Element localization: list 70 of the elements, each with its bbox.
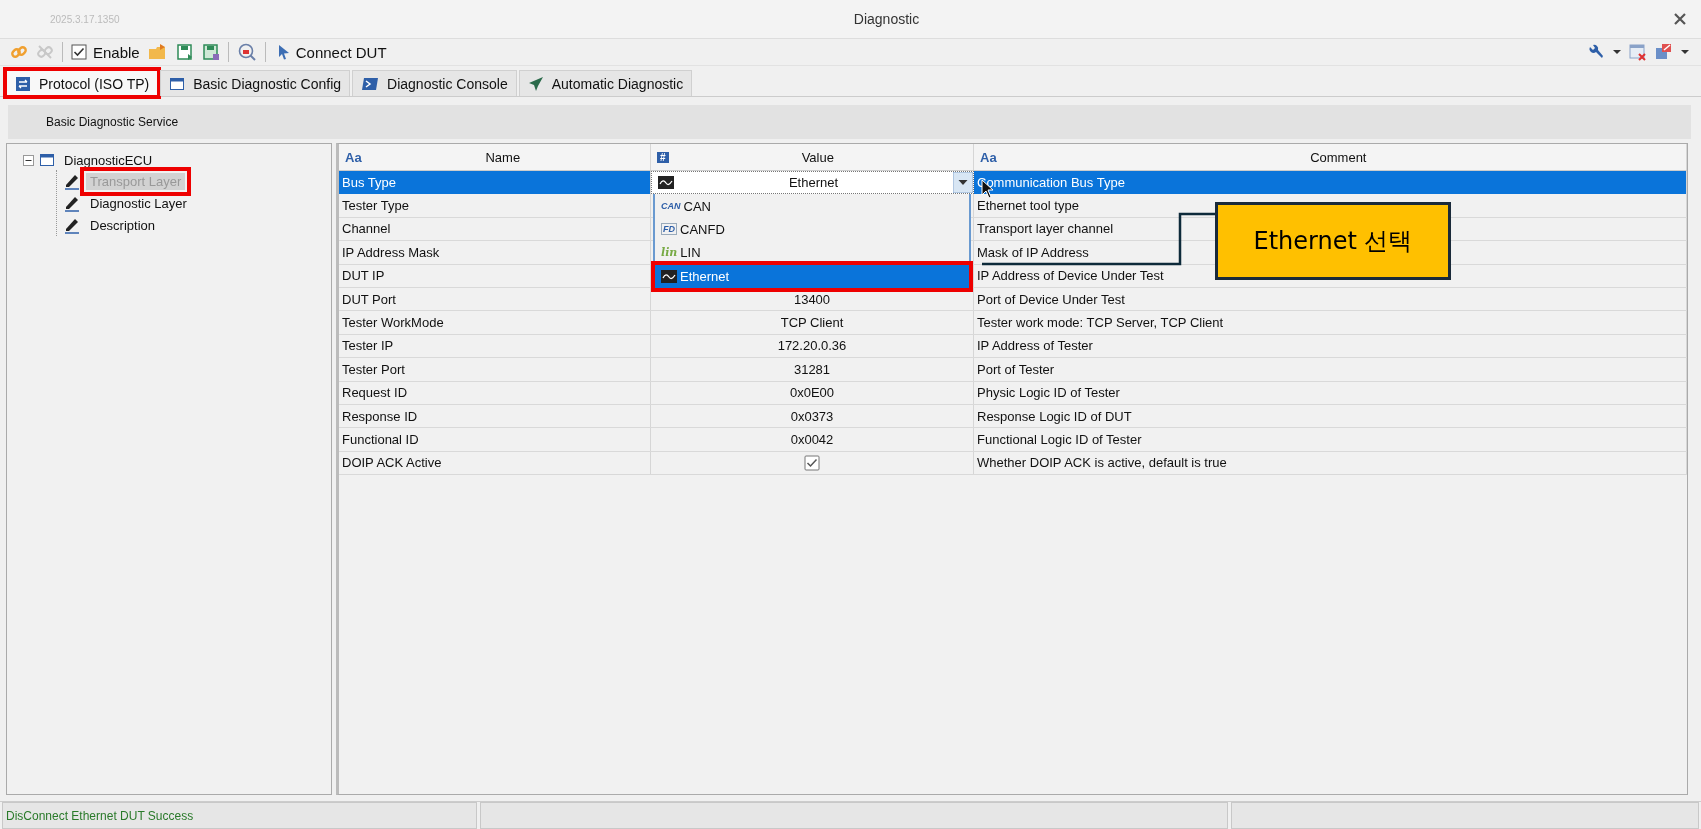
table-cell: Whether DOIP ACK is active, default is true [974, 451, 1687, 475]
folder-icon[interactable] [147, 43, 168, 61]
table-cell: Functional ID [339, 428, 651, 451]
callout-note: Ethernet 선택 [1215, 202, 1451, 280]
table-cell: 0x0042 [651, 428, 974, 451]
table-cell: Tester Port [339, 358, 651, 381]
tree-item[interactable]: DiagnosticECU [60, 151, 157, 169]
dropdown-option[interactable]: FD CANFD [655, 217, 969, 242]
window-icon [169, 75, 186, 92]
checkbox[interactable] [804, 454, 820, 471]
table-cell: Functional Logic ID of Tester [974, 428, 1687, 451]
table-cell: Request ID [339, 381, 651, 404]
tab[interactable]: Basic Diagnostic Config [160, 70, 351, 96]
restore-icon[interactable] [1655, 43, 1673, 61]
table-cell: Channel [339, 217, 651, 241]
table-cell: 172.20.0.36 [651, 334, 974, 358]
save-icon[interactable] [175, 43, 194, 61]
pencil-icon [63, 172, 81, 190]
caret-icon[interactable] [1613, 49, 1621, 55]
table-cell: Physic Logic ID of Tester [974, 381, 1687, 404]
table-cell: Response Logic ID of DUT [974, 404, 1687, 428]
console-icon [361, 75, 380, 92]
table-cell: Port of Device Under Test [974, 287, 1687, 311]
table-cell: Tester Type [339, 194, 651, 217]
table-cell: Response ID [339, 404, 651, 428]
table-cell: DOIP ACK Active [339, 451, 651, 475]
table-cell: 0x0E00 [651, 381, 974, 404]
table-cell: Port of Tester [974, 358, 1687, 381]
close-window-icon[interactable] [1629, 43, 1647, 61]
table-cell: Bus Type [339, 171, 651, 194]
dropdown-option[interactable]: CAN CAN [655, 194, 969, 218]
enable-checkbox[interactable]: Enable [71, 43, 140, 61]
save-icon[interactable] [201, 43, 220, 61]
wave-icon [661, 269, 677, 283]
tree-item[interactable]: Diagnostic Layer [86, 194, 191, 212]
dropdown-arrow-icon[interactable] [953, 172, 973, 193]
pencil-icon [63, 194, 81, 212]
status-message: DisConnect Ethernet DUT Success [2, 802, 477, 829]
wave-icon [658, 176, 674, 189]
swap-icon [15, 75, 31, 92]
pointer-icon [277, 44, 290, 60]
section-label: Basic Diagnostic Service [46, 115, 179, 129]
table-cell: IP Address of Tester [974, 334, 1687, 358]
window-title: Diagnostic [852, 11, 921, 27]
table-cell: Communication Bus Type [974, 171, 1687, 194]
table-cell: 31281 [651, 358, 974, 381]
tree-item[interactable]: Description [86, 216, 160, 234]
connect-dut-button[interactable]: Connect DUT [273, 43, 391, 61]
table-cell: Tester work mode: TCP Server, TCP Client [974, 311, 1687, 334]
ecu-icon [39, 152, 55, 168]
dropdown-option[interactable]: lin LIN [655, 241, 969, 265]
number-type-icon: # [657, 151, 669, 163]
text-type-icon: Aa [980, 149, 997, 165]
table-cell: Tester WorkMode [339, 311, 651, 334]
tab[interactable]: Automatic Diagnostic [518, 70, 693, 96]
table-cell: TCP Client [651, 311, 974, 334]
tab[interactable]: Protocol (ISO TP) [6, 70, 159, 96]
table-cell: 0x0373 [651, 404, 974, 428]
table-cell: Tester IP [339, 334, 651, 358]
text-type-icon: Aa [345, 149, 362, 165]
paper-plane-icon [527, 75, 544, 92]
pencil-icon [63, 216, 81, 234]
bus-type-dropdown[interactable]: Ethernet [651, 171, 974, 194]
caret-icon[interactable] [1681, 49, 1689, 55]
search-icon[interactable] [236, 42, 257, 62]
tab[interactable]: Diagnostic Console [352, 70, 517, 96]
checkbox-icon[interactable] [71, 44, 87, 60]
collapse-icon[interactable] [23, 154, 34, 166]
version-label: 2025.3.17.1350 [50, 13, 121, 25]
close-icon[interactable] [1673, 12, 1687, 26]
